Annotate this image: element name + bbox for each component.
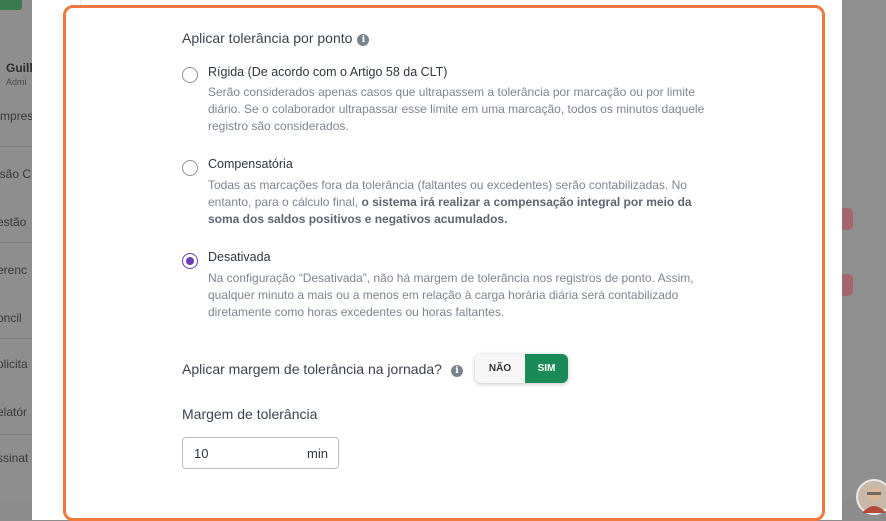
margin-input-value[interactable]: 10 <box>194 446 208 461</box>
background-menu-item: erenc <box>0 263 28 277</box>
journey-margin-question-text: Aplicar margem de tolerância na jornada? <box>182 361 442 377</box>
option-description-compensatoria: Todas as marcações fora da tolerância (f… <box>208 177 708 228</box>
journey-margin-question: Aplicar margem de tolerância na jornada?… <box>182 361 463 377</box>
option-label-compensatoria[interactable]: Compensatória <box>208 157 293 171</box>
toggle-no-button[interactable]: NÃO <box>475 354 525 383</box>
background-menu-item: oncil <box>0 311 22 325</box>
background-menu-item: mpresa <box>0 109 32 123</box>
info-icon[interactable]: i <box>450 365 463 377</box>
option-label-rigida[interactable]: Rígida (De acordo com o Artigo 58 da CLT… <box>208 65 447 79</box>
background-sidebar: Guilh Admi mpresa isão C estão erenc onc… <box>0 0 32 500</box>
background-menu-item: ssinat <box>0 451 29 465</box>
background-user-name: Guilh <box>6 61 32 75</box>
radio-rigida[interactable] <box>182 67 198 83</box>
background-menu-item: elatór <box>0 405 28 419</box>
background-user-role: Admi <box>6 77 27 87</box>
tolerance-settings-panel <box>63 5 825 521</box>
background-menu-item: isão C <box>0 167 32 181</box>
margin-input[interactable]: 10 min <box>182 437 339 469</box>
background-panel <box>0 0 32 500</box>
radio-desativada[interactable] <box>182 253 198 269</box>
avatar[interactable] <box>856 479 886 515</box>
section-title-text: Aplicar tolerância por ponto <box>182 30 353 46</box>
background-divider <box>0 434 32 435</box>
info-icon[interactable]: i <box>357 34 370 46</box>
option-label-desativada[interactable]: Desativada <box>208 250 271 264</box>
journey-margin-toggle[interactable]: NÃO SIM <box>475 354 568 383</box>
margin-field-label: Margem de tolerância <box>182 406 318 422</box>
toggle-yes-button[interactable]: SIM <box>525 354 568 383</box>
section-title: Aplicar tolerância por ponto i <box>182 30 370 46</box>
background-menu-item: olicita <box>0 357 28 371</box>
background-divider <box>0 146 32 147</box>
background-right-panel <box>842 0 886 500</box>
background-menu-item: estão <box>0 215 27 229</box>
option-description-desativada: Na configuração “Desativada”, não há mar… <box>208 271 694 319</box>
margin-input-unit: min <box>307 446 328 461</box>
radio-compensatoria[interactable] <box>182 160 198 176</box>
background-divider <box>0 242 32 243</box>
background-logo <box>0 0 22 10</box>
option-description-rigida: Serão considerados apenas casos que ultr… <box>208 85 705 133</box>
background-divider <box>0 338 32 339</box>
